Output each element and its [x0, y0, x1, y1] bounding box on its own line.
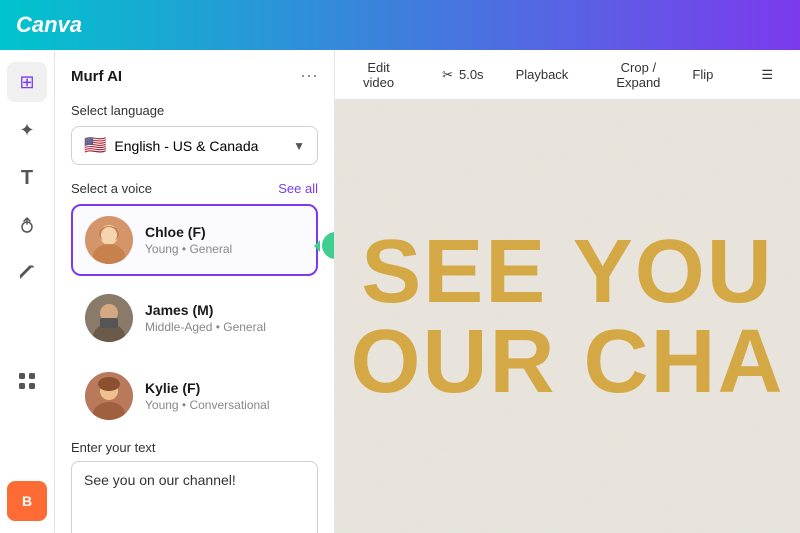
panel-title: Murf AI: [71, 68, 122, 85]
upload-icon: [16, 213, 38, 240]
chloe-name: Chloe (F): [145, 224, 232, 240]
playback-label: Playback: [516, 67, 569, 82]
chloe-avatar: [85, 216, 133, 264]
panel-options-button[interactable]: ⋯: [300, 66, 318, 87]
canvas-area: SEE YOU OUR CHA: [335, 100, 800, 533]
sidebar-icon-draw[interactable]: [7, 254, 47, 294]
language-section-label: Select language: [71, 103, 318, 118]
voice-section-header: Select a voice See all: [71, 181, 318, 196]
canvas-text-line1: SEE YOU: [351, 227, 785, 317]
duration-label: 5.0s: [459, 67, 484, 82]
sidebar-icon-grid[interactable]: ⊞: [7, 62, 47, 102]
grid-icon: ⊞: [19, 72, 34, 93]
flip-label: Flip: [692, 67, 713, 82]
menu-icon: ☰: [761, 67, 773, 83]
crop-expand-button[interactable]: Crop / Expand: [604, 54, 672, 96]
edit-video-label: Edit video: [363, 60, 394, 90]
voice-card-chloe[interactable]: Chloe (F) Young • General: [71, 204, 318, 276]
james-desc: Middle-Aged • General: [145, 320, 266, 334]
text-icon: T: [21, 167, 33, 190]
voice-section-label: Select a voice: [71, 181, 152, 196]
murf-ai-panel: Murf AI ⋯ Select language 🇺🇸 English - U…: [55, 50, 335, 533]
kylie-info: Kylie (F) Young • Conversational: [145, 380, 270, 412]
canva-logo: Canva: [16, 12, 82, 38]
edit-video-button[interactable]: Edit video: [351, 54, 406, 96]
scissors-button[interactable]: ✂ 5.0s: [430, 61, 495, 89]
sidebar-icon-brand[interactable]: B: [7, 481, 47, 521]
draw-icon: [17, 262, 37, 287]
sidebar-icon-upload[interactable]: [7, 206, 47, 246]
see-all-button[interactable]: See all: [278, 181, 318, 196]
kylie-avatar: [85, 372, 133, 420]
text-section: Enter your text 18/1000: [71, 440, 318, 533]
apps-icon: [16, 370, 38, 397]
language-dropdown[interactable]: 🇺🇸 English - US & Canada ▼: [71, 126, 318, 165]
volume-button[interactable]: 🔊: [793, 61, 800, 89]
panel-header: Murf AI ⋯: [71, 66, 318, 87]
chloe-desc: Young • General: [145, 242, 232, 256]
sidebar-icon-apps[interactable]: [7, 364, 47, 404]
canvas-text-line2: OUR CHA: [351, 317, 785, 407]
james-avatar: [85, 294, 133, 342]
sidebar-icon-text[interactable]: T: [7, 158, 47, 198]
kylie-desc: Young • Conversational: [145, 398, 270, 412]
flip-button[interactable]: Flip: [680, 61, 725, 88]
voice-card-james[interactable]: James (M) Middle-Aged • General: [71, 282, 318, 354]
kollins-tooltip: Kollins: [322, 232, 335, 259]
james-info: James (M) Middle-Aged • General: [145, 302, 266, 334]
text-area-wrapper: 18/1000: [71, 461, 318, 533]
scissors-icon: ✂: [442, 67, 453, 83]
language-flag: 🇺🇸: [84, 135, 106, 156]
sidebar-icon-elements[interactable]: ✦: [7, 110, 47, 150]
topbar: Canva: [0, 0, 800, 50]
voice-card-kylie[interactable]: Kylie (F) Young • Conversational: [71, 360, 318, 432]
sidebar: ⊞ ✦ T B: [0, 50, 55, 533]
canvas-background: SEE YOU OUR CHA: [335, 100, 800, 533]
james-name: James (M): [145, 302, 266, 318]
crop-expand-label: Crop / Expand: [616, 60, 660, 90]
text-input[interactable]: [84, 472, 305, 532]
video-toolbar: Edit video ✂ 5.0s Playback Crop / Expand…: [335, 50, 800, 100]
language-name: English - US & Canada: [114, 138, 258, 154]
playback-button[interactable]: Playback: [504, 61, 581, 88]
canvas-text: SEE YOU OUR CHA: [351, 227, 785, 407]
kylie-name: Kylie (F): [145, 380, 270, 396]
chloe-voice-container: Chloe (F) Young • General Kollins: [71, 204, 318, 276]
chevron-down-icon: ▼: [293, 139, 305, 153]
enter-text-label: Enter your text: [71, 440, 318, 455]
elements-icon: ✦: [19, 120, 34, 141]
chloe-info: Chloe (F) Young • General: [145, 224, 232, 256]
menu-button[interactable]: ☰: [749, 61, 785, 89]
brand-icon: B: [22, 493, 32, 509]
